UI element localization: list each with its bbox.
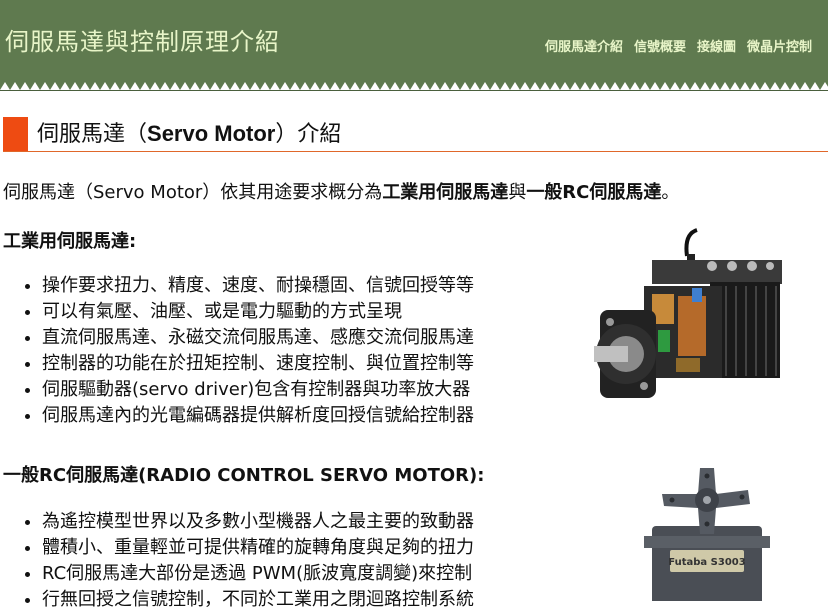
industrial-servo-title: 工業用伺服馬達: xyxy=(3,231,137,252)
list-item: 控制器的功能在於扭矩控制、速度控制、與位置控制等 xyxy=(42,351,474,377)
rc-servo-list: 為遙控模型世界以及多數小型機器人之最主要的致動器 體積小、重量輕並可提供精確的旋… xyxy=(20,509,474,613)
top-nav: 伺服馬達介紹 信號概要 接線圖 微晶片控制 xyxy=(545,36,812,55)
list-item: 伺服馬達內的光電編碼器提供解析度回授信號給控制器 xyxy=(42,403,474,429)
header-zigzag-border xyxy=(0,82,828,90)
page-title: 伺服馬達（Servo Motor）介紹 xyxy=(37,121,342,147)
servo-label-text: Futaba S3003 xyxy=(668,557,745,568)
rc-servo-motor-image: Futaba S3003 xyxy=(644,468,770,601)
nav-signal-overview[interactable]: 信號概要 xyxy=(634,36,686,55)
list-item: 為遙控模型世界以及多數小型機器人之最主要的致動器 xyxy=(42,509,474,535)
heading-accent-bar xyxy=(3,117,28,151)
list-item: 操作要求扭力、精度、速度、耐操穩固、信號回授等等 xyxy=(42,273,474,299)
nav-microchip-control[interactable]: 微晶片控制 xyxy=(747,36,812,55)
nav-servo-intro[interactable]: 伺服馬達介紹 xyxy=(545,36,623,55)
list-item: 行無回授之信號控制，不同於工業用之閉迴路控制系統 xyxy=(42,587,474,613)
list-item: RC伺服馬達大部份是透過 PWM(脈波寬度調變)來控制 xyxy=(42,561,474,587)
list-item: 體積小、重量輕並可提供精確的旋轉角度與足夠的扭力 xyxy=(42,535,474,561)
industrial-servo-list: 操作要求扭力、精度、速度、耐操穩固、信號回授等等 可以有氣壓、油壓、或是電力驅動… xyxy=(20,273,474,429)
intro-paragraph: 伺服馬達（Servo Motor）依其用途要求概分為工業用伺服馬達與一般RC伺服… xyxy=(3,182,680,203)
list-item: 可以有氣壓、油壓、或是電力驅動的方式呈現 xyxy=(42,299,474,325)
rc-servo-title: 一般RC伺服馬達(RADIO CONTROL SERVO MOTOR): xyxy=(3,465,485,486)
industrial-servo-motor-image xyxy=(594,228,782,398)
site-header: 伺服馬達與控制原理介紹 伺服馬達介紹 信號概要 接線圖 微晶片控制 xyxy=(0,0,828,91)
list-item: 直流伺服馬達、永磁交流伺服馬達、感應交流伺服馬達 xyxy=(42,325,474,351)
nav-wiring-diagram[interactable]: 接線圖 xyxy=(697,36,736,55)
site-title: 伺服馬達與控制原理介紹 xyxy=(5,28,280,56)
list-item: 伺服驅動器(servo driver)包含有控制器與功率放大器 xyxy=(42,377,474,403)
section-heading: 伺服馬達（Servo Motor）介紹 xyxy=(3,117,828,152)
